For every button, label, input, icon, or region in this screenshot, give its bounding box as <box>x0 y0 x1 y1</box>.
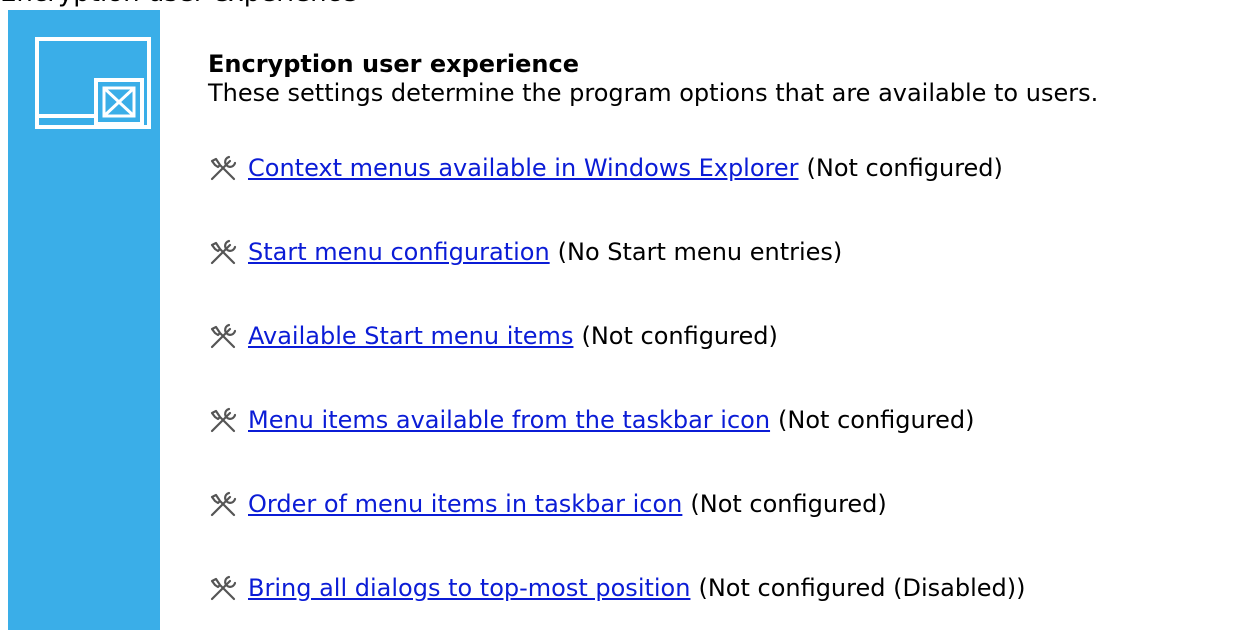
setting-row-taskbar-menu-items: Menu items available from the taskbar ic… <box>208 402 974 438</box>
tools-icon <box>208 570 248 606</box>
setting-status: (Not configured) <box>806 154 1003 182</box>
setting-row-dialogs-top-most: Bring all dialogs to top-most position (… <box>208 570 1025 606</box>
setting-status: (Not configured) <box>778 406 975 434</box>
tools-icon <box>208 234 248 270</box>
setting-row-start-menu-configuration: Start menu configuration (No Start menu … <box>208 234 842 270</box>
setting-status: (Not configured (Disabled)) <box>698 574 1026 602</box>
setting-link[interactable]: Order of menu items in taskbar icon <box>248 490 682 518</box>
settings-content: Encryption user experience These setting… <box>208 10 1236 602</box>
setting-link[interactable]: Start menu configuration <box>248 238 550 266</box>
top-cutoff-text: Encryption user experience <box>0 0 1238 10</box>
tools-icon <box>208 486 248 522</box>
section-description: These settings determine the program opt… <box>208 79 1099 107</box>
setting-link[interactable]: Context menus available in Windows Explo… <box>248 154 799 182</box>
setting-link[interactable]: Menu items available from the taskbar ic… <box>248 406 770 434</box>
tools-icon <box>208 150 248 186</box>
section-heading: Encryption user experience <box>208 50 579 78</box>
setting-link[interactable]: Available Start menu items <box>248 322 573 350</box>
tools-icon <box>208 402 248 438</box>
setting-row-context-menus: Context menus available in Windows Explo… <box>208 150 1003 186</box>
setting-row-available-start-menu-items: Available Start menu items (Not configur… <box>208 318 778 354</box>
tools-icon <box>208 318 248 354</box>
setting-status: (No Start menu entries) <box>557 238 843 266</box>
setting-status: (Not configured) <box>581 322 778 350</box>
window-with-crossed-box-icon <box>35 37 151 129</box>
side-panel <box>8 10 160 630</box>
setting-link[interactable]: Bring all dialogs to top-most position <box>248 574 690 602</box>
setting-row-taskbar-menu-order: Order of menu items in taskbar icon (Not… <box>208 486 887 522</box>
setting-status: (Not configured) <box>690 490 887 518</box>
